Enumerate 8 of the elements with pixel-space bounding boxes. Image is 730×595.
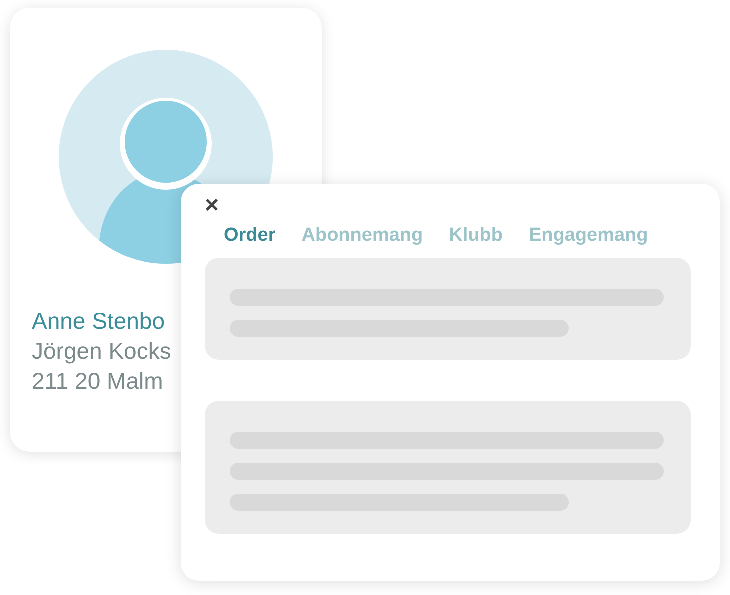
tab[interactable]: Order <box>224 224 276 248</box>
tab[interactable]: Engagemang <box>528 224 648 248</box>
address-line: 211 20 Malm <box>32 367 164 396</box>
address-line: Jörgen Kocks <box>32 337 172 366</box>
contact-name: Anne Stenbo <box>32 307 166 336</box>
tab[interactable]: Abonnemang <box>302 224 424 248</box>
tab[interactable]: Klubb <box>449 224 503 248</box>
close-button[interactable]: × <box>205 194 220 218</box>
